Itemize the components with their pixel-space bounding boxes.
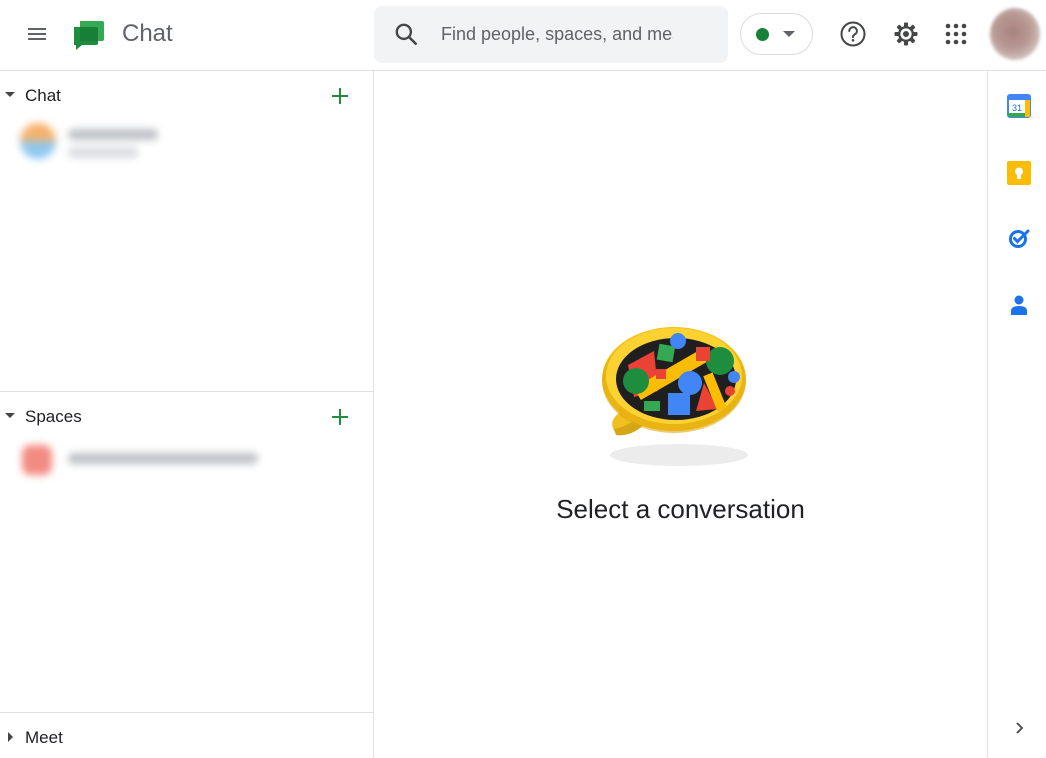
redacted-preview xyxy=(68,147,138,158)
list-item[interactable] xyxy=(12,119,212,169)
gear-icon xyxy=(894,22,918,46)
section-header-meet[interactable]: Meet xyxy=(0,714,373,758)
apps-grid-icon xyxy=(945,23,967,45)
top-bar: Chat xyxy=(0,0,1046,71)
active-status-dot xyxy=(756,28,769,41)
calendar-app-button[interactable]: 31 xyxy=(1005,92,1033,120)
chevron-down-icon[interactable] xyxy=(5,413,15,418)
google-apps-button[interactable] xyxy=(936,14,976,54)
account-avatar[interactable] xyxy=(990,8,1040,60)
new-chat-button[interactable] xyxy=(326,82,354,110)
tasks-app-button[interactable] xyxy=(1005,224,1033,252)
redacted-name xyxy=(68,453,258,464)
section-title: Meet xyxy=(25,728,63,747)
tasks-icon xyxy=(1009,229,1030,248)
contacts-app-button[interactable] xyxy=(1005,291,1033,319)
contacts-icon xyxy=(1011,295,1027,315)
new-space-button[interactable] xyxy=(326,403,354,431)
plus-icon xyxy=(332,88,348,104)
avatar xyxy=(20,123,56,159)
settings-button[interactable] xyxy=(886,14,926,54)
side-panel-rail: 31 xyxy=(987,71,1046,758)
chat-app: Chat Find people, spaces, and messages C… xyxy=(0,0,1046,758)
empty-state-illustration xyxy=(602,327,748,466)
keep-icon xyxy=(1007,161,1031,185)
space-avatar xyxy=(22,445,52,475)
chevron-right-icon xyxy=(1016,722,1024,734)
help-button[interactable] xyxy=(833,14,873,54)
keep-app-button[interactable] xyxy=(1005,159,1033,187)
menu-icon xyxy=(28,28,46,40)
calendar-icon: 31 xyxy=(1007,94,1031,118)
search-input[interactable] xyxy=(441,20,673,48)
divider xyxy=(0,391,373,392)
left-navigation: Chat Spaces Meet xyxy=(0,71,374,758)
expand-side-panel-button[interactable] xyxy=(1008,716,1032,740)
main-menu-button[interactable] xyxy=(17,14,57,54)
plus-icon xyxy=(332,409,348,425)
calendar-day: 31 xyxy=(1012,103,1022,113)
search-icon[interactable] xyxy=(393,21,419,47)
chevron-down-icon[interactable] xyxy=(5,92,15,97)
divider xyxy=(0,712,373,713)
chevron-right-icon[interactable] xyxy=(8,732,13,742)
section-header-spaces[interactable]: Spaces xyxy=(0,393,373,439)
redacted-name xyxy=(68,129,158,140)
main-pane: Select a conversation xyxy=(374,71,987,758)
search-bar[interactable] xyxy=(374,6,728,63)
chevron-down-icon xyxy=(783,31,795,37)
empty-state-message: Select a conversation xyxy=(556,494,805,524)
app-title: Chat xyxy=(122,20,173,47)
section-title: Spaces xyxy=(25,407,82,426)
section-title: Chat xyxy=(25,86,61,105)
chat-logo-icon xyxy=(74,21,104,50)
section-header-chat[interactable]: Chat xyxy=(0,72,373,118)
help-icon xyxy=(840,21,866,47)
status-dropdown[interactable] xyxy=(740,13,813,55)
list-item[interactable] xyxy=(12,437,272,487)
